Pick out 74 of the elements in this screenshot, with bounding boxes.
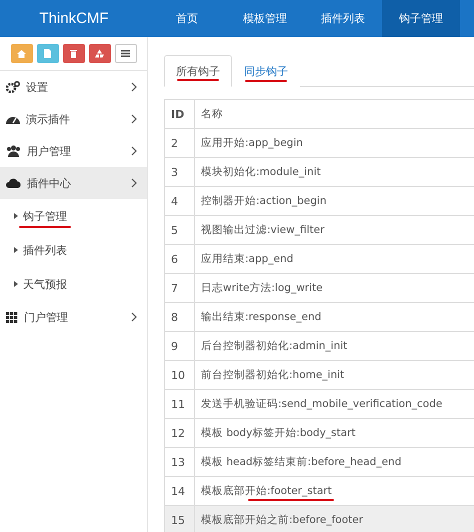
table-cell: 模板底部开始:footer_start bbox=[195, 477, 474, 505]
home-icon bbox=[17, 50, 26, 58]
table-cell-text: 应用开始:app_begin bbox=[200, 136, 304, 151]
sidebar-item[interactable]: 插件中心 bbox=[0, 167, 147, 199]
grid-icon bbox=[6, 312, 18, 322]
caret-icon bbox=[14, 281, 18, 287]
brand-logo[interactable]: ThinkCMF bbox=[0, 0, 148, 37]
table-cell-text: 模板 head标签结束前:before_head_end bbox=[200, 455, 402, 470]
table-cell-text: 发送手机验证码:send_mobile_verification_code bbox=[200, 397, 444, 412]
toolbar-button[interactable] bbox=[62, 44, 84, 63]
toolbar-button[interactable] bbox=[114, 44, 136, 63]
chevron-icon bbox=[131, 146, 137, 156]
table-cell-text: 模块初始化:module_init bbox=[200, 165, 322, 180]
table-cell-text: 输出结束:response_end bbox=[200, 310, 322, 325]
caret-icon bbox=[14, 213, 18, 219]
nav-item[interactable]: 模板管理 bbox=[226, 0, 304, 37]
table-row[interactable]: 14 模板底部开始:footer_start bbox=[165, 477, 474, 506]
chevron-icon bbox=[131, 312, 137, 322]
submenu-item[interactable]: 天气预报 bbox=[0, 267, 147, 301]
table-cell: 6 bbox=[165, 245, 195, 273]
table-cell-text: 模板 body标签开始:body_start bbox=[200, 426, 357, 441]
table-cell-text: 视图输出过滤:view_filter bbox=[200, 223, 326, 238]
table-row[interactable]: 15 模板底部开始之前:before_footer bbox=[165, 506, 474, 532]
nav-item[interactable]: 首页 bbox=[148, 0, 226, 37]
table-cell: 8 bbox=[165, 303, 195, 331]
nav-item[interactable]: 插件列表 bbox=[304, 0, 382, 37]
table-cell: 11 bbox=[165, 390, 195, 418]
table-cell: 9 bbox=[165, 332, 195, 360]
column-header: ID bbox=[165, 100, 195, 128]
table-row[interactable]: 9 后台控制器初始化:admin_init bbox=[165, 332, 474, 361]
table-cell-text: 模板底部开始之前:before_footer bbox=[200, 513, 364, 528]
nav-item[interactable]: 钩子管理 bbox=[382, 0, 460, 37]
table-cell: 7 bbox=[165, 274, 195, 302]
table-cell: 12 bbox=[165, 419, 195, 447]
table-row[interactable]: 2 应用开始:app_begin bbox=[165, 129, 474, 158]
gears-icon bbox=[6, 81, 20, 93]
cloud-icon bbox=[6, 178, 21, 188]
table-cell-text: 前台控制器初始化:home_init bbox=[200, 368, 346, 383]
table-cell: 14 bbox=[165, 477, 195, 505]
column-header: 名称 bbox=[200, 107, 224, 122]
table-cell-text: 后台控制器初始化:admin_init bbox=[200, 339, 348, 354]
tab[interactable]: 所有钩子 bbox=[164, 55, 232, 87]
list-icon bbox=[121, 50, 130, 57]
trash-icon bbox=[70, 49, 77, 58]
table-row[interactable]: 6 应用结束:app_end bbox=[165, 245, 474, 274]
users-icon bbox=[6, 145, 21, 157]
table-row[interactable]: 12 模板 body标签开始:body_start bbox=[165, 419, 474, 448]
table-cell: 13 bbox=[165, 448, 195, 476]
file-icon bbox=[44, 49, 51, 58]
chevron-icon bbox=[131, 82, 137, 92]
table-row[interactable]: 7 日志write方法:log_write bbox=[165, 274, 474, 303]
table-cell: 15 bbox=[165, 506, 195, 532]
submenu-item[interactable]: 插件列表 bbox=[0, 233, 147, 267]
chevron-icon bbox=[131, 114, 137, 124]
table-cell: 3 bbox=[165, 158, 195, 186]
table-cell-text: 日志write方法:log_write bbox=[200, 281, 324, 296]
table-cell: 5 bbox=[165, 216, 195, 244]
table-cell: 4 bbox=[165, 187, 195, 215]
table-cell-text: 应用结束:app_end bbox=[200, 252, 294, 267]
table-cell: 2 bbox=[165, 129, 195, 157]
toolbar-button[interactable] bbox=[88, 44, 110, 63]
table-row[interactable]: 5 视图输出过滤:view_filter bbox=[165, 216, 474, 245]
recycle-icon bbox=[95, 49, 104, 58]
caret-icon bbox=[14, 247, 18, 253]
table-row[interactable]: 11 发送手机验证码:send_mobile_verification_code bbox=[165, 390, 474, 419]
table-row[interactable]: 4 控制器开始:action_begin bbox=[165, 187, 474, 216]
table-row[interactable]: 3 模块初始化:module_init bbox=[165, 158, 474, 187]
table-row[interactable]: 8 输出结束:response_end bbox=[165, 303, 474, 332]
submenu-item[interactable]: 钩子管理 bbox=[0, 199, 147, 233]
table-row[interactable]: 10 前台控制器初始化:home_init bbox=[165, 361, 474, 390]
chevron-icon bbox=[131, 178, 137, 188]
table-row[interactable]: 13 模板 head标签结束前:before_head_end bbox=[165, 448, 474, 477]
table-cell-text: 控制器开始:action_begin bbox=[200, 194, 328, 209]
table-cell: 10 bbox=[165, 361, 195, 389]
